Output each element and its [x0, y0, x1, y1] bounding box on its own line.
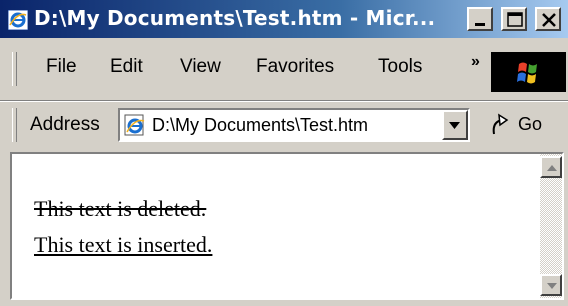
chevron-down-icon [547, 283, 557, 289]
maximize-button[interactable] [501, 7, 527, 31]
windows-logo-icon [491, 52, 566, 92]
title-bar[interactable]: D:\My Documents\Test.htm - Micr... [0, 0, 568, 38]
minimize-button[interactable] [467, 7, 493, 31]
address-grip[interactable] [12, 108, 17, 142]
go-arrow-icon [492, 113, 509, 135]
menu-view[interactable]: View [180, 56, 221, 78]
address-input[interactable] [152, 113, 432, 137]
maximize-icon [507, 12, 523, 27]
address-bar: Address Go [0, 104, 568, 148]
minimize-icon [475, 23, 485, 26]
ie-icon[interactable] [8, 10, 28, 30]
address-label: Address [30, 114, 100, 135]
chevron-down-icon [449, 122, 460, 129]
deleted-text: This text is deleted. [34, 196, 207, 221]
menu-bar: File Edit View Favorites Tools » [0, 42, 568, 108]
menu-grip[interactable] [12, 52, 17, 86]
vertical-scrollbar[interactable] [540, 154, 562, 298]
address-dropdown-button[interactable] [442, 110, 468, 140]
menu-edit[interactable]: Edit [110, 56, 143, 78]
inserted-text: This text is inserted. [34, 232, 213, 257]
close-icon [542, 13, 556, 27]
go-label: Go [518, 114, 543, 134]
window-title: D:\My Documents\Test.htm - Micr... [34, 6, 436, 30]
menu-overflow-chevron[interactable]: » [471, 53, 480, 71]
go-button[interactable]: Go [486, 112, 556, 140]
menu-file[interactable]: File [46, 56, 77, 78]
menu-favorites[interactable]: Favorites [256, 56, 334, 78]
ie-page-icon [124, 114, 145, 136]
page-content[interactable]: This text is deleted. This text is inser… [10, 152, 564, 300]
menu-tools[interactable]: Tools [378, 56, 422, 78]
toolbar-separator [0, 100, 568, 102]
close-button[interactable] [535, 7, 561, 31]
scroll-down-button[interactable] [540, 274, 562, 296]
chevron-up-icon [547, 165, 557, 171]
scroll-up-button[interactable] [540, 156, 562, 178]
address-field[interactable] [118, 108, 470, 142]
